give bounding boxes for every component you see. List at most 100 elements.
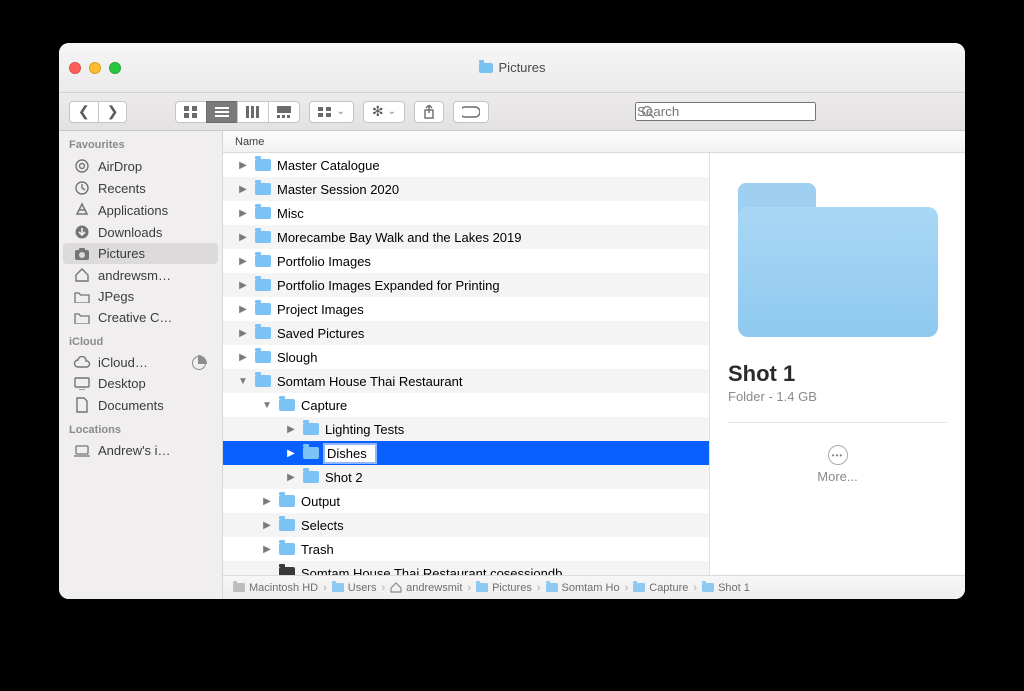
sidebar-item-icloud-[interactable]: iCloud… bbox=[59, 352, 222, 373]
file-row[interactable]: ▶ Master Session 2020 bbox=[223, 177, 709, 201]
gallery-view-button[interactable] bbox=[268, 101, 300, 123]
file-name-label: Trash bbox=[301, 542, 334, 557]
disclosure-triangle-icon[interactable]: ▶ bbox=[237, 208, 249, 219]
folder-icon bbox=[633, 583, 645, 592]
file-row[interactable]: ▶ Project Images bbox=[223, 297, 709, 321]
tags-button[interactable] bbox=[453, 101, 489, 123]
sidebar-item-pictures[interactable]: Pictures bbox=[63, 243, 218, 264]
cloud-icon bbox=[73, 356, 91, 369]
folder-icon bbox=[255, 327, 271, 339]
sidebar-item-airdrop[interactable]: AirDrop bbox=[59, 155, 222, 177]
sidebar-item-label: Pictures bbox=[98, 246, 145, 261]
disclosure-triangle-icon[interactable]: ▶ bbox=[237, 184, 249, 195]
toolbar: ❮ ❯ ⌄ ✻⌄ bbox=[59, 93, 965, 131]
file-row[interactable]: ▶ Morecambe Bay Walk and the Lakes 2019 bbox=[223, 225, 709, 249]
more-button[interactable]: ••• More... bbox=[817, 445, 857, 484]
file-row[interactable]: ▶ Selects bbox=[223, 513, 709, 537]
file-row[interactable]: ▶Misc bbox=[223, 201, 709, 225]
sidebar-item-andrew-s-i-[interactable]: Andrew's i… bbox=[59, 440, 222, 461]
file-name-label: Slough bbox=[277, 350, 317, 365]
file-name-label: Morecambe Bay Walk and the Lakes 2019 bbox=[277, 230, 522, 245]
folder-icon bbox=[255, 207, 271, 219]
file-row[interactable]: ▶Lighting Tests bbox=[223, 417, 709, 441]
file-row[interactable]: Somtam House Thai Restaurant.cosessiondb bbox=[223, 561, 709, 575]
file-row[interactable]: ▶ bbox=[223, 441, 709, 465]
disclosure-triangle-icon[interactable]: ▶ bbox=[237, 280, 249, 291]
column-header-name[interactable]: Name bbox=[223, 131, 965, 153]
icon-view-button[interactable] bbox=[175, 101, 207, 123]
sidebar-item-downloads[interactable]: Downloads bbox=[59, 221, 222, 243]
ellipsis-icon: ••• bbox=[828, 445, 848, 465]
search-input[interactable] bbox=[635, 102, 816, 121]
file-row[interactable]: ▼ Somtam House Thai Restaurant bbox=[223, 369, 709, 393]
folder-icon bbox=[332, 583, 344, 592]
disclosure-triangle-icon[interactable]: ▶ bbox=[285, 424, 297, 435]
file-row[interactable]: ▶ Slough bbox=[223, 345, 709, 369]
arrange-button[interactable]: ⌄ bbox=[309, 101, 353, 123]
file-row[interactable]: ▶Portfolio Images bbox=[223, 249, 709, 273]
window-title: Pictures bbox=[59, 60, 965, 75]
list-view-button[interactable] bbox=[206, 101, 238, 123]
titlebar[interactable]: Pictures bbox=[59, 43, 965, 93]
disclosure-triangle-icon[interactable]: ▶ bbox=[237, 352, 249, 363]
file-row[interactable]: ▶Saved Pictures bbox=[223, 321, 709, 345]
sidebar-section-header: iCloud bbox=[59, 328, 222, 352]
folder-icon bbox=[279, 543, 295, 555]
disclosure-triangle-icon[interactable]: ▶ bbox=[261, 544, 273, 555]
file-name-label: Somtam House Thai Restaurant bbox=[277, 374, 462, 389]
action-button[interactable]: ✻⌄ bbox=[363, 101, 405, 123]
disclosure-triangle-icon[interactable]: ▶ bbox=[237, 160, 249, 171]
path-segment[interactable]: Macintosh HD bbox=[233, 582, 318, 594]
path-segment[interactable]: Capture bbox=[633, 582, 688, 594]
folder-icon bbox=[255, 159, 271, 171]
file-name-label: Selects bbox=[301, 518, 344, 533]
sidebar-item-creative-c-[interactable]: Creative C… bbox=[59, 307, 222, 328]
disclosure-triangle-icon[interactable]: ▶ bbox=[237, 232, 249, 243]
disclosure-triangle-icon[interactable]: ▶ bbox=[237, 328, 249, 339]
path-segment-label: andrewsmit bbox=[406, 582, 462, 594]
file-list[interactable]: ▶Master Catalogue▶Master Session 2020▶Mi… bbox=[223, 153, 709, 575]
file-row[interactable]: ▶ Trash bbox=[223, 537, 709, 561]
chevron-right-icon: › bbox=[381, 582, 385, 594]
file-name-label: Portfolio Images Expanded for Printing bbox=[277, 278, 500, 293]
file-row[interactable]: ▼Capture bbox=[223, 393, 709, 417]
share-button[interactable] bbox=[414, 101, 444, 123]
file-row[interactable]: ▶Output bbox=[223, 489, 709, 513]
laptop-icon bbox=[73, 445, 91, 457]
sidebar-section-header: Locations bbox=[59, 416, 222, 440]
path-segment[interactable]: andrewsmit bbox=[390, 582, 462, 594]
disclosure-triangle-icon[interactable]: ▶ bbox=[237, 256, 249, 267]
path-segment[interactable]: Users bbox=[332, 582, 377, 594]
sidebar-item-andrewsm-[interactable]: andrewsm… bbox=[59, 264, 222, 286]
sidebar-item-applications[interactable]: Applications bbox=[59, 199, 222, 221]
file-row[interactable]: ▶Shot 2 bbox=[223, 465, 709, 489]
back-button[interactable]: ❮ bbox=[69, 101, 99, 123]
disclosure-triangle-icon[interactable]: ▶ bbox=[237, 304, 249, 315]
disclosure-triangle-icon[interactable]: ▼ bbox=[261, 400, 273, 411]
column-view-button[interactable] bbox=[237, 101, 269, 123]
home-icon bbox=[73, 267, 91, 283]
sidebar-item-desktop[interactable]: Desktop bbox=[59, 373, 222, 394]
sidebar-item-recents[interactable]: Recents bbox=[59, 177, 222, 199]
file-row[interactable]: ▶ Portfolio Images Expanded for Printing bbox=[223, 273, 709, 297]
folder-icon bbox=[255, 351, 271, 363]
disclosure-triangle-icon[interactable]: ▼ bbox=[237, 376, 249, 387]
disclosure-triangle-icon[interactable]: ▶ bbox=[261, 496, 273, 507]
rename-input[interactable] bbox=[325, 445, 375, 462]
path-bar[interactable]: Macintosh HD›Users›andrewsmit›Pictures›S… bbox=[223, 575, 965, 599]
forward-button[interactable]: ❯ bbox=[98, 101, 128, 123]
file-name-label: Project Images bbox=[277, 302, 364, 317]
path-segment-label: Capture bbox=[649, 582, 688, 594]
disclosure-triangle-icon[interactable]: ▶ bbox=[285, 448, 297, 459]
folder-icon bbox=[255, 183, 271, 195]
sidebar-item-documents[interactable]: Documents bbox=[59, 394, 222, 416]
disclosure-triangle-icon[interactable]: ▶ bbox=[285, 472, 297, 483]
file-name-label: Master Session 2020 bbox=[277, 182, 399, 197]
disclosure-triangle-icon[interactable]: ▶ bbox=[261, 520, 273, 531]
path-segment[interactable]: Shot 1 bbox=[702, 582, 750, 594]
path-segment[interactable]: Somtam Ho bbox=[546, 582, 620, 594]
file-row[interactable]: ▶Master Catalogue bbox=[223, 153, 709, 177]
sidebar-item-jpegs[interactable]: JPegs bbox=[59, 286, 222, 307]
database-icon bbox=[279, 567, 295, 575]
path-segment[interactable]: Pictures bbox=[476, 582, 532, 594]
